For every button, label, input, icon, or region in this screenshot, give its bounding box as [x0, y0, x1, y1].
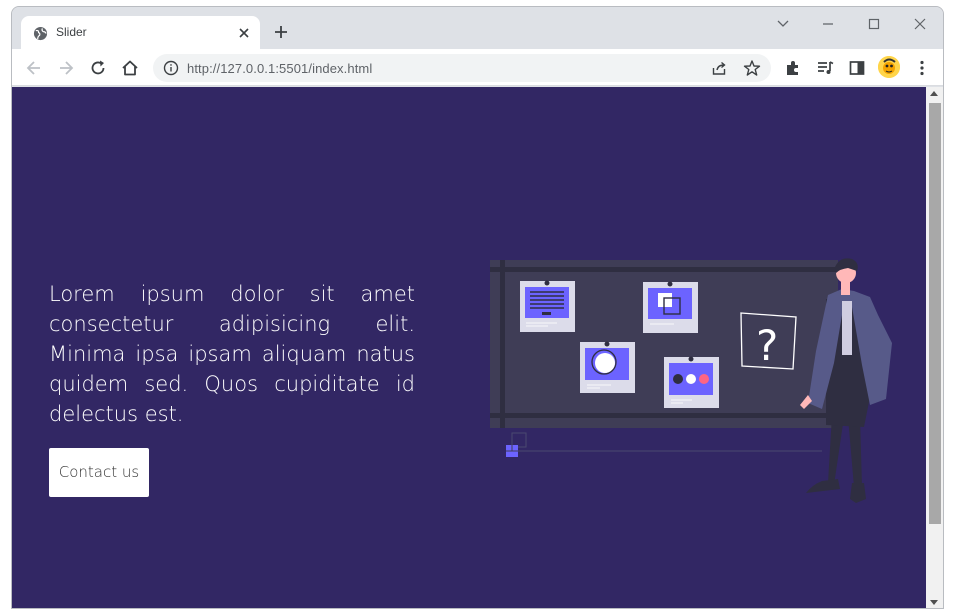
hero-text: Lorem ipsum dolor sit amet consectetur a… — [49, 282, 415, 426]
tab-title: Slider — [56, 25, 87, 39]
avatar-image — [878, 56, 900, 78]
star-icon[interactable] — [743, 59, 761, 77]
tab-slider[interactable]: Slider — [21, 16, 260, 49]
card-document — [520, 280, 575, 332]
extensions-icon[interactable] — [784, 59, 802, 77]
menu-icon[interactable] — [913, 59, 931, 77]
home-icon[interactable] — [120, 58, 140, 78]
side-panel-icon[interactable] — [848, 59, 866, 77]
maximize-icon[interactable] — [863, 15, 885, 33]
scroll-down-icon[interactable] — [930, 600, 938, 605]
media-icon[interactable] — [816, 59, 834, 77]
vertical-scrollbar[interactable] — [926, 87, 943, 608]
back-icon[interactable] — [24, 58, 44, 78]
browser-window: Slider http://127.0.0.1:5501/index.html … — [11, 6, 944, 609]
scrollbar-thumb[interactable] — [929, 103, 941, 524]
new-tab-icon[interactable] — [272, 23, 290, 41]
globe-icon — [33, 26, 48, 41]
illustration: ? — [490, 258, 892, 503]
question-mark: ? — [756, 321, 778, 370]
toolbar: http://127.0.0.1:5501/index.html — [12, 49, 943, 86]
forward-icon[interactable] — [56, 58, 76, 78]
avatar[interactable] — [878, 56, 900, 78]
address-bar[interactable]: http://127.0.0.1:5501/index.html — [153, 54, 771, 82]
close-tab-icon[interactable] — [236, 25, 252, 41]
url-text[interactable]: http://127.0.0.1:5501/index.html — [187, 61, 372, 76]
info-icon[interactable] — [163, 60, 179, 76]
tab-strip: Slider — [12, 7, 943, 49]
close-window-icon[interactable] — [909, 15, 931, 33]
card-squares — [643, 281, 698, 333]
reload-icon[interactable] — [88, 58, 108, 78]
contact-button[interactable]: Contact us — [49, 448, 149, 497]
share-icon[interactable] — [711, 60, 727, 76]
minimize-icon[interactable] — [817, 15, 839, 33]
scroll-up-icon[interactable] — [930, 91, 938, 96]
page-viewport: Lorem ipsum dolor sit amet consectetur a… — [12, 87, 926, 608]
card-circle — [580, 341, 635, 393]
card-dots — [664, 356, 719, 408]
tab-search-icon[interactable] — [772, 15, 794, 33]
